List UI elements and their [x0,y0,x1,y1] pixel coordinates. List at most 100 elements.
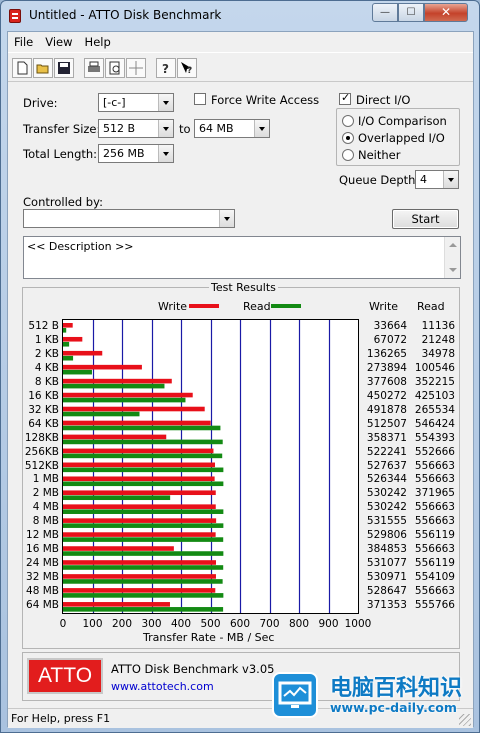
app-icon[interactable] [9,9,21,23]
watermark: 电脑百科知识 www.pc-daily.com [262,666,478,732]
write-bar [63,323,73,328]
read-bar [63,439,223,445]
write-bar [63,406,205,412]
write-bar [63,434,167,440]
read-bar [63,495,171,501]
x-tick-label: 1000 [344,618,372,630]
read-value: 556663 [414,585,455,598]
total-length-value: 256 MB [103,147,145,160]
chevron-down-icon[interactable] [219,210,234,227]
read-bar [63,397,186,403]
category-label: 8 MB [32,515,59,528]
force-write-checkbox[interactable] [194,93,206,105]
chevron-down-icon[interactable] [254,120,269,137]
neither-radio[interactable] [342,149,354,161]
write-bar [63,448,214,454]
write-value: 67072 [373,333,407,346]
write-bar [63,420,211,426]
read-value: 556663 [414,515,455,528]
x-tick-label: 400 [170,618,192,630]
read-value: 556119 [414,557,455,570]
title-bar[interactable]: Untitled - ATTO Disk Benchmark — ☐ ✕ [1,1,479,31]
controlled-by-select[interactable] [23,209,235,228]
neither-label: Neither [358,148,401,162]
help-icon[interactable]: ? [156,58,176,78]
io-comparison-radio[interactable] [342,115,354,127]
chevron-down-icon[interactable] [443,171,458,188]
chevron-down-icon[interactable] [158,145,173,162]
print-preview-icon[interactable] [105,58,125,78]
close-button[interactable]: ✕ [424,3,468,22]
write-bar [63,476,215,482]
read-value: 425103 [414,389,455,402]
legend-write-swatch [189,304,219,308]
read-column-header: Read [417,300,445,313]
read-value: 546424 [414,417,455,430]
move-icon[interactable] [126,58,146,78]
total-length-select[interactable]: 256 MB [98,144,174,163]
print-icon[interactable] [84,58,104,78]
menu-file[interactable]: File [8,32,39,49]
start-button[interactable]: Start [392,209,459,229]
write-bar [63,602,170,607]
app-window: Untitled - ATTO Disk Benchmark — ☐ ✕ Fil… [0,0,480,733]
write-value: 530242 [366,501,407,514]
to-label: to [179,122,191,136]
transfer-size-to-select[interactable]: 64 MB [194,119,270,138]
read-value: 554393 [414,431,455,444]
menu-help[interactable]: Help [79,32,117,49]
write-value: 530242 [366,487,407,500]
write-value: 526344 [366,473,407,486]
overlapped-io-label: Overlapped I/O [358,131,445,145]
transfer-size-from-select[interactable]: 512 B [98,119,174,138]
direct-io-checkbox[interactable] [339,91,351,105]
read-bar [63,509,224,514]
minimize-button[interactable]: — [372,3,398,22]
chevron-down-icon[interactable] [158,120,173,137]
legend-read-swatch [271,304,301,308]
chevron-down-icon[interactable] [158,94,173,111]
x-tick-label: 500 [200,618,221,630]
queue-depth-value: 4 [420,173,427,186]
menu-view[interactable]: View [39,32,78,49]
description-box[interactable]: << Description >> [23,236,461,279]
read-value: 556663 [414,473,455,486]
maximize-button[interactable]: ☐ [398,3,424,22]
category-label: 2 MB [32,487,59,500]
category-label: 16 MB [26,543,59,556]
write-value: 358371 [366,431,407,444]
attotech-link[interactable]: www.attotech.com [111,680,214,693]
legend-write-label: Write [158,300,188,313]
write-bar [63,336,83,342]
read-bar [63,467,224,473]
save-icon[interactable] [54,58,74,78]
atto-logo: ATTO [27,658,103,694]
new-icon[interactable] [12,58,32,78]
queue-depth-select[interactable]: 4 [415,170,459,189]
category-label: 12 MB [26,529,59,542]
write-bar [63,560,216,565]
context-help-icon[interactable]: ? [177,58,197,78]
write-value: 273894 [366,361,407,374]
scroll-down-icon[interactable] [449,268,457,272]
force-write-label: Force Write Access [211,93,320,107]
open-icon[interactable] [33,58,53,78]
description-scrollbar[interactable] [444,237,460,278]
category-label: 128KB [24,431,59,444]
overlapped-io-radio[interactable] [342,132,354,144]
write-value: 530971 [366,571,407,584]
svg-text:?: ? [162,62,169,75]
drive-select[interactable]: [-c-] [98,93,174,112]
x-tick-label: 100 [82,618,103,630]
drive-value: [-c-] [103,96,126,109]
category-label: 1 KB [34,333,59,346]
results-plot [62,319,359,614]
write-value: 384853 [366,543,407,556]
write-value: 522241 [366,445,407,458]
scroll-up-icon[interactable] [449,243,457,247]
category-label: 4 KB [34,361,59,374]
category-label: 32 MB [26,571,59,584]
io-comparison-label: I/O Comparison [358,114,447,128]
category-label: 1 MB [32,473,59,486]
x-tick-label: 800 [288,618,310,630]
